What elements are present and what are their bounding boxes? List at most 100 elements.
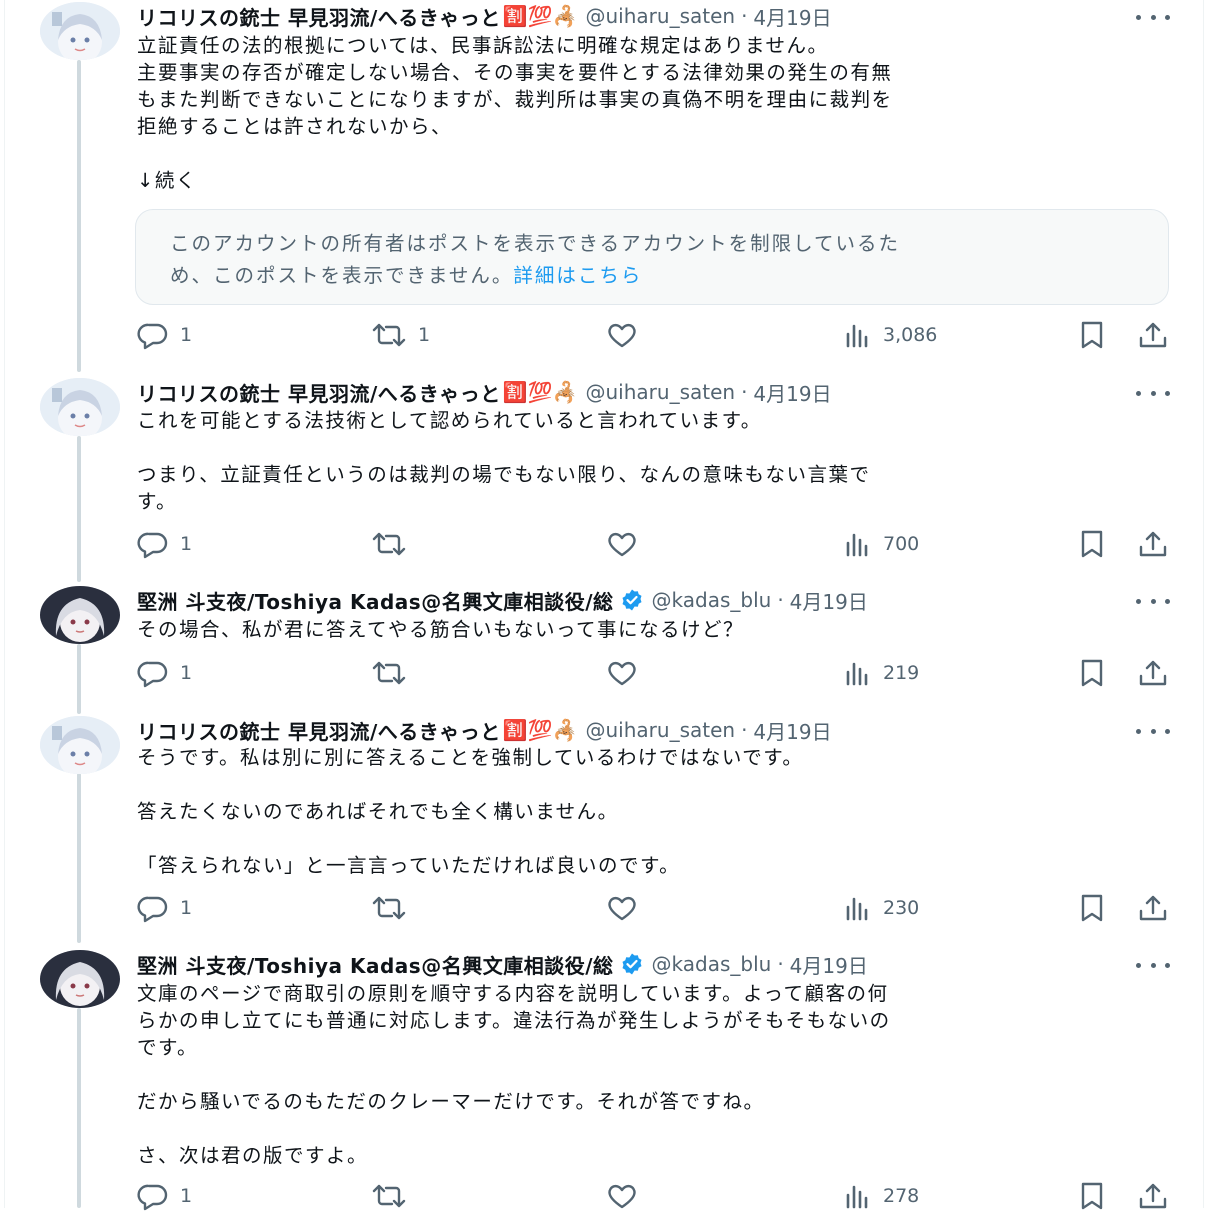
like-button[interactable] xyxy=(605,658,639,688)
author-handle[interactable]: @uiharu_saten xyxy=(586,380,736,404)
bookmark-button[interactable] xyxy=(1077,320,1107,350)
left-border xyxy=(4,0,5,1208)
like-button[interactable] xyxy=(605,1181,639,1211)
views-chart-icon xyxy=(846,897,868,921)
reply-button[interactable]: 1 xyxy=(136,529,192,559)
text-line: す。 xyxy=(137,490,178,513)
views-button[interactable]: 230 xyxy=(843,893,919,923)
like-button[interactable] xyxy=(605,320,639,350)
reply-button[interactable]: 1 xyxy=(136,893,192,923)
avatar[interactable] xyxy=(40,716,120,774)
post-date[interactable]: 4月19日 xyxy=(790,586,868,615)
post-header: リコリスの銃士 早見羽流/へるきゃっと 🈹💯🦂 @uiharu_saten · … xyxy=(137,2,832,30)
more-options-icon[interactable] xyxy=(1136,588,1170,614)
text-line: 拒絶することは許されないから、 xyxy=(137,115,453,138)
post-date[interactable]: 4月19日 xyxy=(753,716,831,745)
action-bar: 1 278 xyxy=(0,1181,1208,1211)
repost-button[interactable] xyxy=(370,1181,408,1211)
avatar[interactable] xyxy=(40,950,120,1008)
post-date[interactable]: 4月19日 xyxy=(753,2,831,31)
views-chart-icon xyxy=(846,324,868,348)
reply-button[interactable]: 1 xyxy=(136,1181,192,1211)
text-line: 主要事実の存否が確定しない場合、その事実を要件とする法律効果の発生の有無 xyxy=(137,61,893,84)
repost-button[interactable]: 1 xyxy=(370,320,430,350)
more-options-icon[interactable] xyxy=(1136,718,1170,744)
repost-button[interactable] xyxy=(370,658,408,688)
reply-count: 1 xyxy=(180,662,193,684)
text-line: さ、次は君の版ですよ。 xyxy=(137,1144,369,1167)
like-button[interactable] xyxy=(605,893,639,923)
repost-button[interactable] xyxy=(370,529,408,559)
text-line: つまり、立証責任というのは裁判の場でもない限り、なんの意味もない言葉で xyxy=(137,463,871,486)
share-button[interactable] xyxy=(1137,658,1169,688)
view-count: 278 xyxy=(883,1185,920,1207)
repost-icon xyxy=(372,1184,406,1208)
avatar[interactable] xyxy=(40,586,120,644)
author-handle[interactable]: @kadas_blu xyxy=(652,588,772,612)
share-button[interactable] xyxy=(1137,1181,1169,1211)
views-button[interactable]: 219 xyxy=(843,658,919,688)
author-name[interactable]: リコリスの銃士 早見羽流/へるきゃっと xyxy=(137,378,501,407)
reply-count: 1 xyxy=(180,324,193,346)
avatar[interactable] xyxy=(40,2,120,60)
more-options-icon[interactable] xyxy=(1136,4,1170,30)
text-line: そうです。私は別に別に答えることを強制しているわけではないです。 xyxy=(137,746,804,769)
author-handle[interactable]: @kadas_blu xyxy=(652,952,772,976)
heart-icon xyxy=(608,661,636,686)
reply-button[interactable]: 1 xyxy=(136,320,192,350)
post-text: そうです。私は別に別に答えることを強制しているわけではないです。 答えたくないの… xyxy=(137,744,803,879)
text-line xyxy=(137,1061,891,1088)
author-emoji: 🈹💯🦂 xyxy=(502,4,578,28)
post-date[interactable]: 4月19日 xyxy=(790,950,868,979)
text-line: 「答えられない」と一言言っていただければ良いのです。 xyxy=(137,854,681,877)
bookmark-button[interactable] xyxy=(1077,1181,1107,1211)
verified-badge-icon xyxy=(622,953,642,975)
author-handle[interactable]: @uiharu_saten xyxy=(586,4,736,28)
views-button[interactable]: 278 xyxy=(843,1181,919,1211)
text-line xyxy=(137,825,803,852)
post-header: リコリスの銃士 早見羽流/へるきゃっと 🈹💯🦂 @uiharu_saten · … xyxy=(137,378,832,406)
separator-dot: · xyxy=(741,718,748,742)
reply-button[interactable]: 1 xyxy=(136,658,192,688)
avatar[interactable] xyxy=(40,378,120,436)
view-count: 700 xyxy=(883,533,920,555)
more-options-icon[interactable] xyxy=(1136,380,1170,406)
share-button[interactable] xyxy=(1137,893,1169,923)
view-count: 3,086 xyxy=(883,324,938,346)
bookmark-icon xyxy=(1081,321,1103,349)
author-name[interactable]: リコリスの銃士 早見羽流/へるきゃっと xyxy=(137,2,501,31)
author-name[interactable]: リコリスの銃士 早見羽流/へるきゃっと xyxy=(137,716,501,745)
learn-more-link[interactable]: 詳細はこちら xyxy=(513,264,642,287)
separator-dot: · xyxy=(741,380,748,404)
post-header: 堅洲 斗支夜/Toshiya Kadas@名興文庫相談役/総 @kadas_bl… xyxy=(137,586,868,614)
views-button[interactable]: 3,086 xyxy=(843,320,937,350)
text-line xyxy=(137,1115,891,1142)
reply-icon xyxy=(137,1184,168,1211)
share-button[interactable] xyxy=(1137,320,1169,350)
action-bar: 1 230 xyxy=(0,893,1208,923)
author-handle[interactable]: @uiharu_saten xyxy=(586,718,736,742)
like-button[interactable] xyxy=(605,529,639,559)
text-line: だから騒いでるのもただのクレーマーだけです。それが答ですね。 xyxy=(137,1090,765,1113)
author-emoji: 🈹💯🦂 xyxy=(502,718,578,742)
text-line: もまた判断できないことになりますが、裁判所は事実の真偽不明を理由に裁判を xyxy=(137,88,893,111)
bookmark-button[interactable] xyxy=(1077,658,1107,688)
author-name[interactable]: 堅洲 斗支夜/Toshiya Kadas@名興文庫相談役/総 xyxy=(137,586,614,615)
repost-button[interactable] xyxy=(370,893,408,923)
notice-text-line: このアカウントの所有者はポストを表示できるアカウントを制限しているた xyxy=(170,232,901,255)
views-chart-icon xyxy=(846,662,868,686)
heart-icon xyxy=(608,1184,636,1209)
reply-icon xyxy=(137,896,168,923)
views-chart-icon xyxy=(846,533,868,557)
repost-icon xyxy=(372,896,406,920)
text-line: 立証責任の法的根拠については、民事訴訟法に明確な規定はありません。 xyxy=(137,34,829,57)
author-name[interactable]: 堅洲 斗支夜/Toshiya Kadas@名興文庫相談役/総 xyxy=(137,950,614,979)
more-options-icon[interactable] xyxy=(1136,952,1170,978)
repost-icon xyxy=(372,323,406,347)
views-button[interactable]: 700 xyxy=(843,529,919,559)
post-date[interactable]: 4月19日 xyxy=(753,378,831,407)
share-button[interactable] xyxy=(1137,529,1169,559)
bookmark-button[interactable] xyxy=(1077,529,1107,559)
bookmark-button[interactable] xyxy=(1077,893,1107,923)
text-line: らかの申し立てにも普通に対応します。違法行為が発生しようがそもそもないの xyxy=(137,1009,891,1032)
